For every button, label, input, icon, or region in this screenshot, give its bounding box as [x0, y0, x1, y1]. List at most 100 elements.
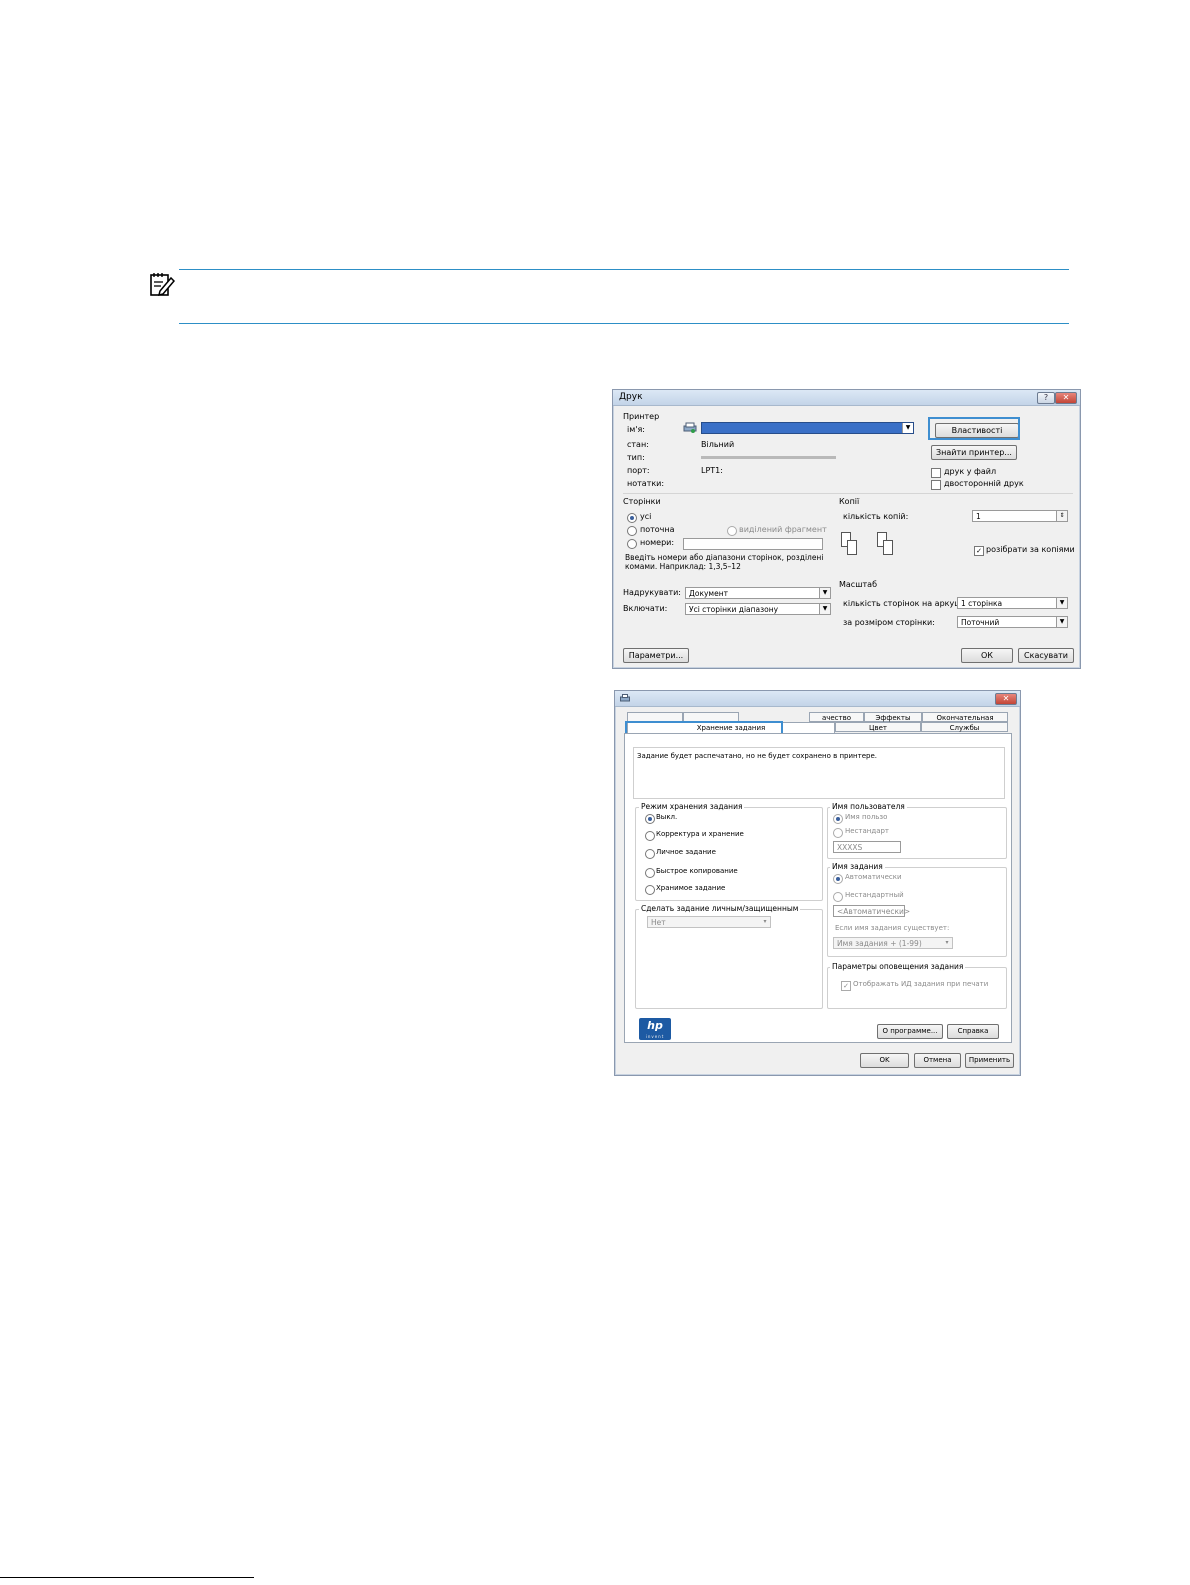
about-button[interactable]: О программе... — [877, 1024, 943, 1039]
status-label: стан: — [627, 440, 649, 449]
mode-off-radio[interactable] — [645, 814, 655, 824]
pages-per-sheet-select[interactable]: 1 сторінка ▼ — [957, 597, 1068, 609]
close-button[interactable]: ✕ — [995, 693, 1017, 705]
user-custom-radio[interactable] — [833, 828, 843, 838]
user-default-radio[interactable] — [833, 814, 843, 824]
copies-label: кількість копій: — [843, 512, 909, 521]
jobname-custom-radio[interactable] — [833, 892, 843, 902]
tab-effects[interactable]: Эффекты — [864, 712, 922, 722]
duplex-checkbox[interactable] — [931, 480, 941, 490]
jobname-input[interactable]: <Автоматически> — [833, 905, 910, 917]
copies-group-label: Копії — [839, 497, 860, 506]
footer-rule — [0, 1577, 254, 1578]
mode-quickcopy-radio[interactable] — [645, 868, 655, 878]
notify-label: Отображать ИД задания при печати — [853, 980, 989, 988]
status-value: Вільний — [701, 440, 735, 449]
jobname-auto-label: Автоматически — [845, 873, 902, 881]
printer-name-select[interactable]: ▼ — [701, 422, 914, 434]
printer-group-label: Принтер — [623, 412, 660, 421]
help-button[interactable]: ? — [1037, 392, 1055, 404]
exists-label: Если имя задания существует: — [835, 924, 950, 932]
print-what-select[interactable]: Документ ▼ — [685, 587, 831, 599]
selection-radio[interactable] — [727, 526, 737, 536]
hp-logo-sub: invent — [645, 1034, 665, 1039]
private-select[interactable]: Нет ▾ — [647, 916, 771, 928]
print-what-label: Надрукувати: — [623, 588, 681, 597]
tab-quality[interactable]: ачество — [809, 712, 864, 722]
tab-services[interactable]: Службы — [921, 722, 1008, 732]
mode-off-label: Выкл. — [656, 813, 678, 821]
properties-highlight — [928, 417, 1020, 440]
chevron-down-icon: ▼ — [1056, 598, 1067, 608]
mode-personal-radio[interactable] — [645, 849, 655, 859]
print-what-value: Документ — [689, 589, 728, 598]
printer-icon — [683, 422, 697, 433]
cancel-button[interactable]: Скасувати — [1018, 648, 1074, 663]
ok-button[interactable]: ОК — [961, 648, 1013, 663]
tab-color[interactable]: Цвет — [835, 722, 921, 732]
print-to-file-checkbox[interactable] — [931, 468, 941, 478]
exists-select[interactable]: Имя задания + (1-99) ▾ — [833, 937, 953, 949]
notify-checkbox[interactable]: ✓ — [841, 981, 851, 991]
private-group-label: Сделать задание личным/защищенным — [639, 904, 801, 913]
duplex-label: двосторонній друк — [944, 479, 1024, 488]
mode-stored-label: Хранимое задание — [656, 884, 726, 892]
tab-finishing[interactable]: Окончательная обработка — [922, 712, 1008, 732]
help-button[interactable]: Справка — [947, 1024, 999, 1039]
comment-label: нотатки: — [627, 479, 665, 488]
ok-button[interactable]: OK — [860, 1053, 909, 1068]
copies-input[interactable]: 1 ⇕ — [972, 510, 1068, 522]
user-default-label: Имя пользо — [845, 813, 888, 821]
chevron-down-icon: ▾ — [945, 939, 949, 946]
chevron-down-icon: ▼ — [819, 604, 830, 614]
scale-select[interactable]: Поточний ▼ — [957, 616, 1068, 628]
include-value: Усі сторінки діапазону — [689, 605, 779, 614]
page-numbers-radio[interactable] — [627, 539, 637, 549]
hp-logo: hp invent — [639, 1018, 671, 1040]
name-label: ім'я: — [627, 425, 645, 434]
chevron-down-icon: ▼ — [902, 423, 913, 433]
info-text: Задание будет распечатано, но не будет с… — [637, 752, 877, 760]
page-numbers-label: номери: — [640, 538, 675, 547]
print-dialog-titlebar: Друк ? ✕ — [613, 390, 1080, 406]
note-bottom-rule — [179, 323, 1069, 324]
print-to-file-label: друк у файл — [944, 467, 997, 476]
find-printer-button[interactable]: Знайти принтер... — [931, 445, 1017, 460]
note-top-rule — [179, 269, 1069, 270]
printer-icon — [620, 694, 630, 702]
mode-quickcopy-label: Быстрое копирование — [656, 867, 738, 875]
mode-group-label: Режим хранения задания — [639, 802, 745, 811]
page-numbers-input[interactable] — [683, 538, 823, 550]
port-label: порт: — [627, 466, 650, 475]
current-page-label: поточна — [640, 525, 675, 534]
mode-proof-radio[interactable] — [645, 831, 655, 841]
collate-page-icon — [883, 540, 893, 555]
zoom-group-label: Масштаб — [839, 580, 878, 589]
mode-stored-radio[interactable] — [645, 885, 655, 895]
jobname-group-label: Имя задания — [830, 862, 885, 871]
options-button[interactable]: Параметри... — [623, 648, 689, 663]
all-pages-radio[interactable] — [627, 513, 637, 523]
spin-arrows-icon[interactable]: ⇕ — [1056, 511, 1067, 521]
collate-checkbox[interactable]: ✓ — [974, 546, 984, 556]
jobname-auto-radio[interactable] — [833, 874, 843, 884]
port-value: LPT1: — [701, 466, 723, 475]
exists-value: Имя задания + (1-99) — [837, 939, 922, 948]
include-label: Включати: — [623, 604, 668, 613]
current-page-radio[interactable] — [627, 526, 637, 536]
note-icon — [150, 273, 175, 297]
mode-personal-label: Личное задание — [656, 848, 716, 856]
scale-label: за розміром сторінки: — [843, 618, 935, 627]
copies-value: 1 — [976, 512, 981, 521]
collate-label: розібрати за копіями — [986, 545, 1075, 554]
user-name-input[interactable]: XXXXS — [833, 841, 901, 853]
close-button[interactable]: ✕ — [1055, 392, 1077, 404]
include-select[interactable]: Усі сторінки діапазону ▼ — [685, 603, 831, 615]
hp-logo-text: hp — [647, 1019, 663, 1032]
cancel-button[interactable]: Отмена — [914, 1053, 961, 1068]
apply-button[interactable]: Применить — [965, 1053, 1014, 1068]
pages-group-label: Сторінки — [623, 497, 661, 506]
chevron-down-icon: ▾ — [763, 918, 767, 925]
notify-group — [827, 967, 1007, 1009]
pages-per-sheet-label: кількість сторінок на аркуші: — [843, 599, 967, 608]
